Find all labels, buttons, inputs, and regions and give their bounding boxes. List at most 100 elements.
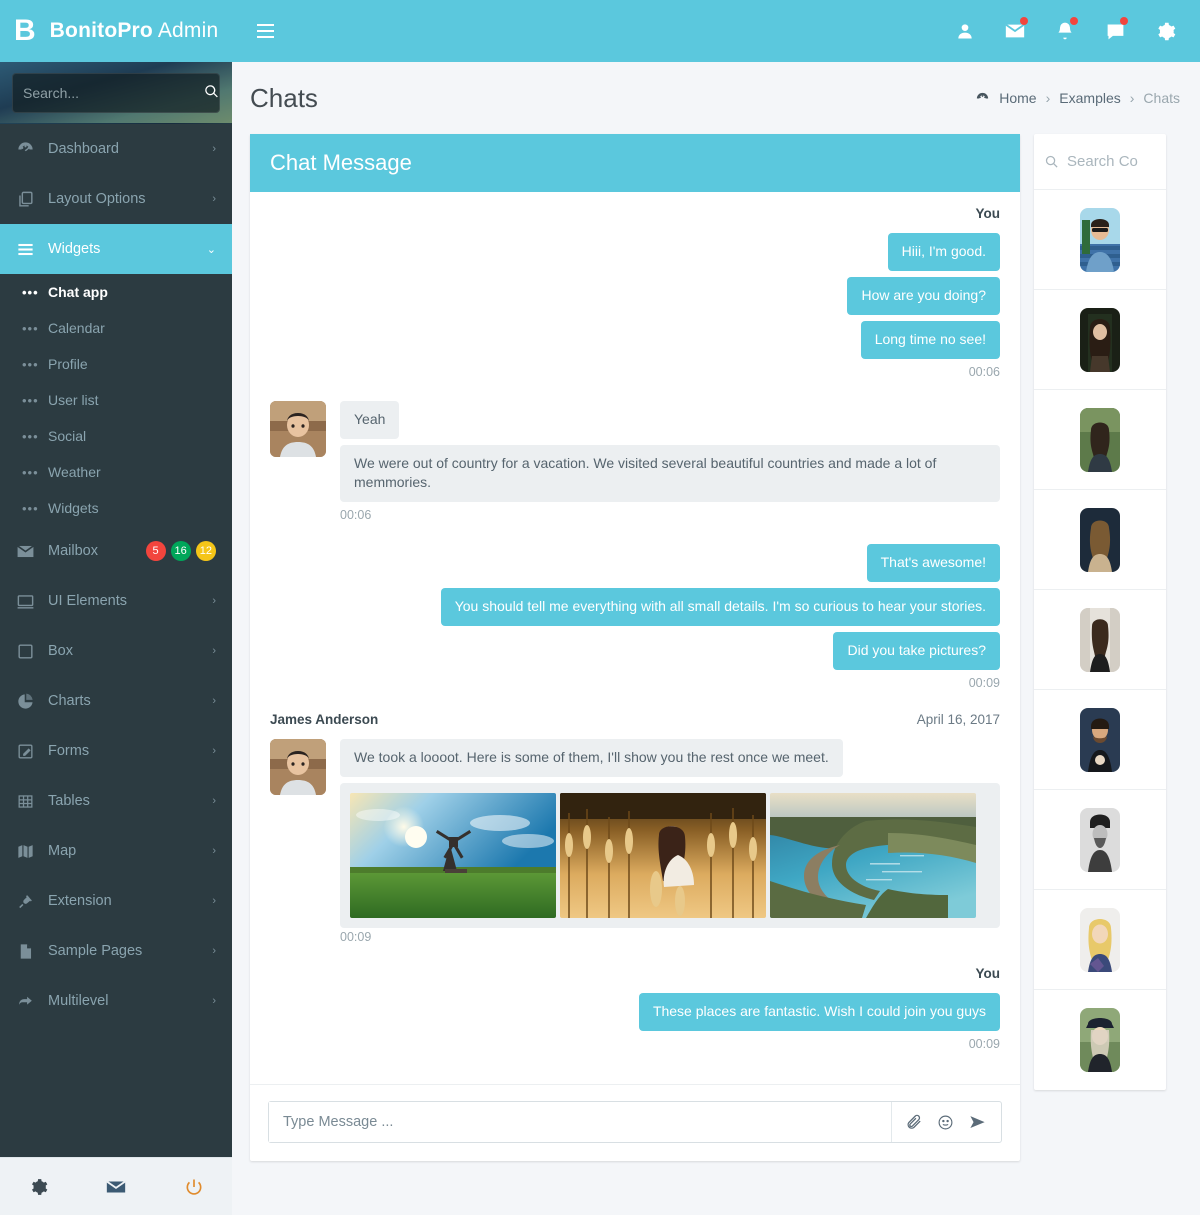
message-bubble: These places are fantastic. Wish I could… — [638, 992, 1000, 1031]
avatar — [1080, 1008, 1120, 1072]
paperclip-icon — [907, 1114, 921, 1129]
menu-icon-bar — [256, 36, 274, 38]
topnav-settings-button[interactable] — [1144, 9, 1186, 53]
search-icon[interactable] — [204, 84, 219, 102]
message-input-wrapper[interactable] — [268, 1101, 1002, 1143]
message-gallery — [340, 782, 1000, 928]
chevron-right-icon: › — [212, 845, 216, 857]
sidebar-item-label: Tables — [48, 793, 90, 809]
brand[interactable]: B BonitoPro Admin — [0, 0, 240, 62]
brand-name-light: Admin — [152, 19, 219, 42]
contact-list-item[interactable] — [1034, 890, 1166, 990]
message-row: Hiii, I'm good. — [270, 233, 1000, 271]
sidebar-search-input[interactable] — [23, 84, 204, 101]
sidebar-item-extension[interactable]: Extension › — [0, 876, 232, 926]
gear-icon — [32, 1178, 48, 1195]
sidebar-item-dashboard[interactable]: Dashboard › — [0, 124, 232, 174]
message-header-row: James Anderson April 16, 2017 — [270, 712, 1000, 739]
avatar — [270, 738, 326, 795]
dashboard-icon — [975, 91, 990, 106]
contact-list-item[interactable] — [1034, 990, 1166, 1090]
contact-list-item[interactable] — [1034, 190, 1166, 290]
breadcrumb-item-home[interactable]: Home — [999, 90, 1036, 106]
sidebar-item-mailbox[interactable]: Mailbox 5 16 12 — [0, 526, 232, 576]
sidebar-subitem-label: Weather — [48, 464, 101, 480]
sidebar-subitem-calendar[interactable]: ••• Calendar — [0, 310, 232, 346]
sidebar-item-charts[interactable]: Charts › — [0, 676, 232, 726]
contact-list-item[interactable] — [1034, 390, 1166, 490]
sidebar-item-tables[interactable]: Tables › — [0, 776, 232, 826]
sidebar-item-widgets[interactable]: Widgets ⌄ — [0, 224, 232, 274]
contact-avatar-2 — [1080, 307, 1120, 372]
sidebar-item-multilevel[interactable]: Multilevel › — [0, 976, 232, 1026]
sidebar-item-map[interactable]: Map › — [0, 826, 232, 876]
footer-logout-button[interactable] — [184, 1177, 204, 1197]
sidebar-subitem-chat-app[interactable]: ••• Chat app — [0, 274, 232, 310]
chevron-right-icon: › — [212, 895, 216, 907]
chat-messages-area: You Hiii, I'm good. How are you doing? L… — [250, 192, 1020, 1084]
contacts-search-box[interactable] — [1034, 134, 1166, 190]
emoji-button[interactable] — [937, 1114, 954, 1131]
contact-list-item[interactable] — [1034, 590, 1166, 690]
sidebar-subitem-social[interactable]: ••• Social — [0, 418, 232, 454]
topnav-chat-button[interactable] — [1094, 9, 1136, 53]
topnav-user-button[interactable] — [944, 9, 986, 53]
chevron-right-icon: › — [212, 695, 216, 707]
contact-list-item[interactable] — [1034, 490, 1166, 590]
attach-button[interactable] — [906, 1114, 923, 1131]
message-timestamp: 00:09 — [968, 1036, 1000, 1051]
topnav-notifications-button[interactable] — [1044, 9, 1086, 53]
send-button[interactable] — [968, 1113, 987, 1132]
sidebar-subitem-weather[interactable]: ••• Weather — [0, 454, 232, 490]
sidebar-item-layout-options[interactable]: Layout Options › — [0, 174, 232, 224]
message-input[interactable] — [269, 1102, 891, 1142]
sidebar-item-sample-pages[interactable]: Sample Pages › — [0, 926, 232, 976]
pie-chart-icon — [16, 692, 48, 711]
smiley-icon — [938, 1115, 953, 1129]
sidebar-menu: Dashboard › Layout Options › Widgets ⌄ — [0, 124, 232, 274]
footer-mail-button[interactable] — [105, 1176, 127, 1198]
contact-list-item[interactable] — [1034, 690, 1166, 790]
sidebar-item-ui-elements[interactable]: UI Elements › — [0, 576, 232, 626]
message-row: You should tell me everything with all s… — [270, 588, 1000, 626]
contact-list-item[interactable] — [1034, 790, 1166, 890]
sidebar-item-label: Mailbox — [48, 543, 98, 559]
envelope-icon — [106, 1180, 126, 1192]
message-timestamp: 00:09 — [968, 675, 1000, 690]
sidebar-subitem-user-list[interactable]: ••• User list — [0, 382, 232, 418]
menu-icon-bar — [256, 30, 274, 32]
badge-green: 16 — [170, 541, 191, 561]
contact-list-item[interactable] — [1034, 290, 1166, 390]
footer-settings-button[interactable] — [28, 1177, 48, 1197]
sidebar-toggle-button[interactable] — [248, 11, 282, 51]
gallery-image-coastal-bay[interactable] — [770, 792, 976, 918]
table-icon — [16, 792, 48, 811]
avatar — [1080, 907, 1120, 972]
gallery-image-wheat-field[interactable] — [560, 792, 766, 918]
message-bubble: We were out of country for a vacation. W… — [340, 444, 1000, 503]
sidebar-menu-2: Mailbox 5 16 12 UI Elements › Box › Char… — [0, 526, 232, 1026]
sidebar-item-label: Box — [48, 643, 73, 659]
sidebar-subitem-profile[interactable]: ••• Profile — [0, 346, 232, 382]
message-bubble: We took a loooot. Here is some of them, … — [340, 738, 843, 777]
brand-logo: B — [14, 14, 36, 47]
message-bubble: Yeah — [340, 400, 400, 439]
message-bubble: Hiii, I'm good. — [887, 233, 1000, 271]
sidebar-item-forms[interactable]: Forms › — [0, 726, 232, 776]
topnav-messages-button[interactable] — [994, 9, 1036, 53]
gallery-image-windmill[interactable] — [350, 792, 556, 918]
breadcrumb-item-examples[interactable]: Examples — [1059, 90, 1120, 106]
avatar-image — [270, 400, 326, 457]
sidebar-item-label: Multilevel — [48, 993, 109, 1009]
ellipsis-icon: ••• — [22, 428, 39, 444]
sidebar-subitem-label: Chat app — [48, 284, 108, 300]
contacts-search-input[interactable] — [1067, 153, 1156, 170]
sidebar-item-box[interactable]: Box › — [0, 626, 232, 676]
power-icon — [186, 1179, 202, 1195]
woman-in-wheat-field-photo — [560, 792, 766, 918]
sidebar-subitem-widgets[interactable]: ••• Widgets — [0, 490, 232, 526]
sidebar-search-box[interactable] — [12, 72, 220, 113]
window-icon — [16, 592, 48, 611]
breadcrumb-separator: › — [1045, 90, 1051, 106]
send-icon — [970, 1115, 985, 1128]
